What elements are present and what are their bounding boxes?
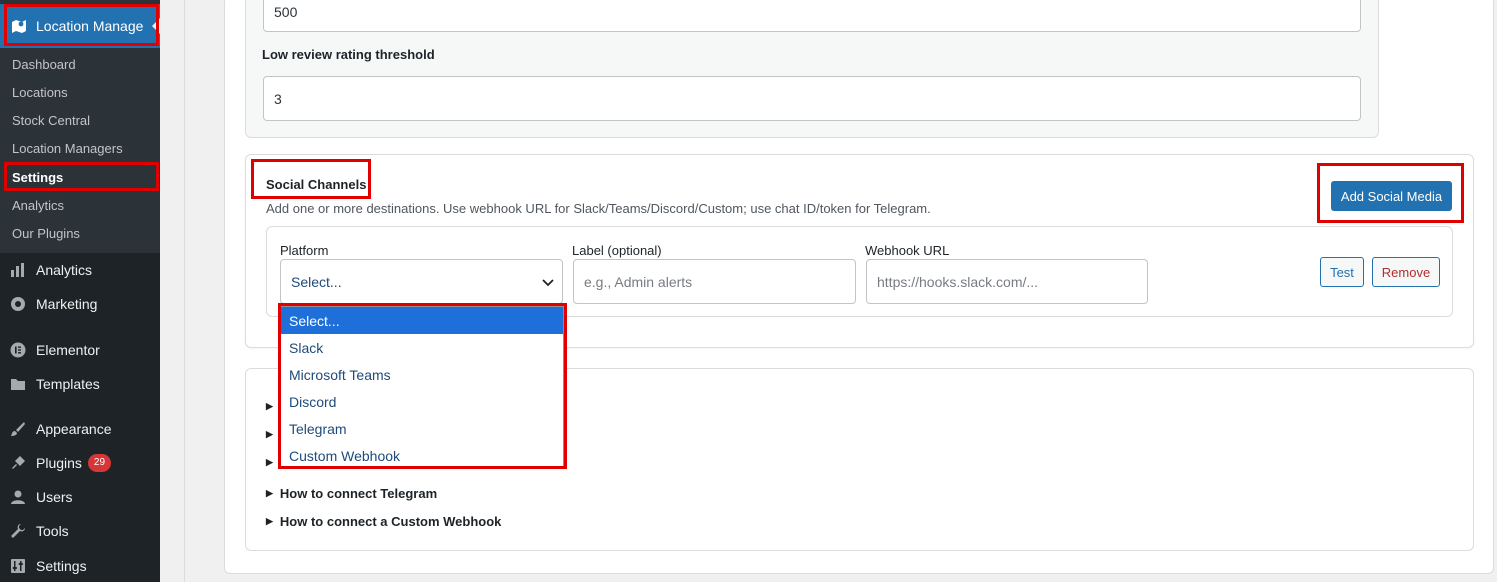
webhook-url-input[interactable]: https://hooks.slack.com/... — [866, 259, 1148, 304]
admin-sidebar: Location Manage Dashboard Locations Stoc… — [0, 0, 160, 582]
current-menu-arrow — [152, 18, 160, 34]
label-input[interactable]: e.g., Admin alerts — [573, 259, 856, 304]
chevron-down-icon — [542, 275, 554, 291]
submenu-locations[interactable]: Locations — [12, 85, 68, 100]
platform-option-microsoft-teams[interactable]: Microsoft Teams — [281, 361, 563, 388]
submenu-our-plugins[interactable]: Our Plugins — [12, 226, 80, 241]
platform-select-value: Select... — [291, 273, 342, 290]
low-review-label: Low review rating threshold — [262, 47, 435, 62]
menu-settings[interactable]: Settings — [8, 556, 87, 576]
platform-option-telegram[interactable]: Telegram — [281, 415, 563, 442]
menu-tools[interactable]: Tools — [8, 521, 69, 541]
megaphone-icon — [8, 294, 28, 314]
map-icon — [10, 17, 28, 35]
test-button[interactable]: Test — [1320, 257, 1364, 287]
submenu-location-managers[interactable]: Location Managers — [12, 141, 123, 156]
platform-dropdown-list: Select... Slack Microsoft Teams Discord … — [280, 306, 564, 468]
platform-option-slack[interactable]: Slack — [281, 334, 563, 361]
menu-marketing[interactable]: Marketing — [8, 294, 97, 314]
submenu-analytics[interactable]: Analytics — [12, 198, 64, 213]
bar-chart-icon — [8, 260, 28, 280]
social-channels-title: Social Channels — [266, 177, 367, 192]
help-item-telegram[interactable]: ▶ How to connect Telegram — [266, 486, 437, 501]
remove-button[interactable]: Remove — [1372, 257, 1440, 287]
submenu-stock-central[interactable]: Stock Central — [12, 113, 90, 128]
platform-select[interactable]: Select... — [280, 259, 563, 304]
disclosure-triangle-icon: ▶ — [266, 516, 273, 526]
paintbrush-icon — [8, 419, 28, 439]
threshold-input[interactable]: 500 — [263, 0, 1361, 32]
submenu-dashboard[interactable]: Dashboard — [12, 57, 76, 72]
platform-option-select[interactable]: Select... — [281, 307, 563, 334]
add-social-media-button[interactable]: Add Social Media — [1331, 181, 1452, 211]
social-channels-description: Add one or more destinations. Use webhoo… — [266, 201, 931, 216]
user-icon — [8, 487, 28, 507]
menu-appearance[interactable]: Appearance — [8, 419, 112, 439]
platform-option-discord[interactable]: Discord — [281, 388, 563, 415]
plug-icon — [8, 453, 28, 473]
platform-label: Platform — [280, 243, 329, 258]
menu-users[interactable]: Users — [8, 487, 73, 507]
folder-icon — [8, 374, 28, 394]
disclosure-triangle-icon: ▶ — [266, 429, 273, 439]
menu-analytics[interactable]: Analytics — [8, 260, 92, 280]
help-item-hidden-2[interactable]: ▶ — [266, 429, 280, 440]
menu-plugins[interactable]: Plugins 29 — [8, 453, 112, 473]
help-item-custom-webhook[interactable]: ▶ How to connect a Custom Webhook — [266, 514, 501, 529]
sidebar-item-label: Location Manage — [36, 18, 144, 34]
help-item-hidden-1[interactable]: ▶ — [266, 401, 280, 412]
low-review-input[interactable]: 3 — [263, 76, 1361, 121]
disclosure-triangle-icon: ▶ — [266, 401, 273, 411]
plugins-update-badge: 29 — [87, 454, 112, 472]
disclosure-triangle-icon: ▶ — [266, 488, 273, 498]
wrench-icon — [8, 521, 28, 541]
menu-elementor[interactable]: Elementor — [8, 340, 100, 360]
webhook-url-label: Webhook URL — [865, 243, 950, 258]
menu-templates[interactable]: Templates — [8, 374, 100, 394]
elementor-icon — [8, 340, 28, 360]
sliders-icon — [8, 556, 28, 576]
platform-option-custom-webhook[interactable]: Custom Webhook — [281, 442, 563, 469]
sidebar-item-location-manage[interactable]: Location Manage — [0, 4, 160, 48]
disclosure-triangle-icon: ▶ — [266, 457, 273, 467]
label-optional-label: Label (optional) — [572, 243, 662, 258]
submenu-settings[interactable]: Settings — [12, 170, 63, 185]
help-item-hidden-3[interactable]: ▶ — [266, 457, 280, 468]
